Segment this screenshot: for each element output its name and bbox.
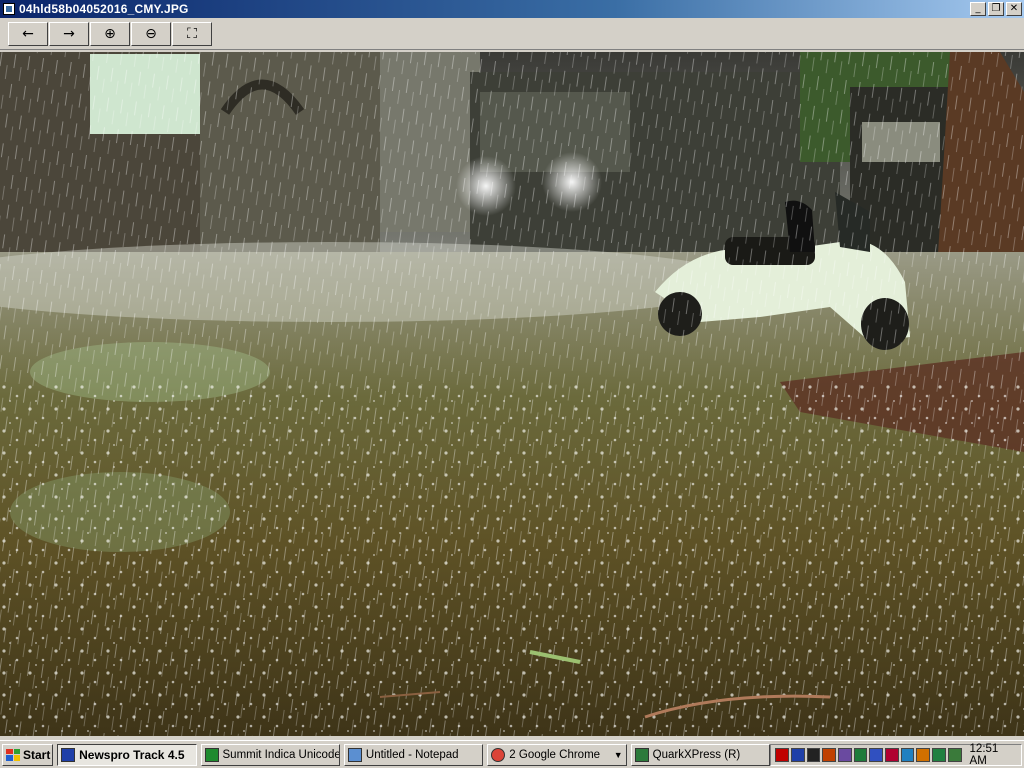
- summit-icon: [204, 747, 219, 762]
- title-bar: 04hld58b04052016_CMY.JPG _ ❐ ✕: [0, 0, 1024, 18]
- arrow-left-icon: ←: [22, 25, 34, 42]
- fit-window-icon: ⛶: [187, 25, 197, 42]
- tray-icon[interactable]: [837, 747, 852, 762]
- taskbar: Start Newspro Track 4.5 Summit Indica Un…: [0, 740, 1024, 768]
- window-controls: _ ❐ ✕: [968, 2, 1022, 16]
- window-title: 04hld58b04052016_CMY.JPG: [19, 2, 189, 16]
- arrow-right-icon: →: [63, 25, 75, 42]
- start-label: Start: [23, 747, 51, 762]
- tray-icon[interactable]: [853, 747, 868, 762]
- taskbar-item-notepad[interactable]: Untitled - Notepad: [343, 743, 484, 766]
- zoom-out-button[interactable]: ⊖: [131, 21, 171, 46]
- restore-button[interactable]: ❐: [988, 2, 1004, 16]
- taskbar-item-summit[interactable]: Summit Indica Unicode: [200, 743, 340, 766]
- tray-icon[interactable]: [885, 747, 899, 762]
- taskbar-item-label: 2 Google Chrome: [509, 748, 601, 761]
- tray-icon[interactable]: [900, 747, 915, 762]
- image-viewer-icon: [3, 3, 15, 15]
- tray-icon[interactable]: [869, 747, 884, 762]
- taskbar-item-label: Summit Indica Unicode: [222, 748, 340, 761]
- taskbar-item-newspro[interactable]: Newspro Track 4.5: [57, 743, 197, 766]
- tray-icon[interactable]: [947, 747, 962, 762]
- tray-icon[interactable]: [806, 747, 821, 762]
- tray-icon[interactable]: [775, 747, 789, 762]
- newspro-icon: [61, 747, 76, 762]
- taskbar-item-label: Untitled - Notepad: [365, 748, 459, 761]
- tray-icon[interactable]: [932, 747, 946, 762]
- taskbar-item-quark[interactable]: QuarkXPress (R): [630, 743, 771, 766]
- zoom-in-icon: ⊕: [104, 25, 116, 42]
- notepad-icon: [347, 747, 362, 762]
- zoom-out-icon: ⊖: [145, 25, 157, 42]
- minimize-button[interactable]: _: [970, 2, 986, 16]
- chevron-down-icon: ▼: [613, 749, 623, 760]
- system-tray: 12:51 AM: [770, 743, 1022, 767]
- zoom-in-button[interactable]: ⊕: [90, 21, 130, 46]
- quark-icon: [634, 747, 649, 762]
- displayed-photo: [0, 52, 1024, 736]
- previous-image-button[interactable]: ←: [8, 21, 48, 46]
- chrome-icon: [491, 747, 506, 762]
- close-button[interactable]: ✕: [1006, 2, 1022, 16]
- best-fit-button[interactable]: ⛶: [172, 21, 212, 46]
- tray-icon[interactable]: [916, 747, 931, 762]
- taskbar-item-label: Newspro Track 4.5: [79, 747, 185, 762]
- taskbar-item-chrome[interactable]: 2 Google Chrome ▼: [487, 743, 627, 766]
- tray-icon[interactable]: [790, 747, 805, 762]
- next-image-button[interactable]: →: [49, 21, 89, 46]
- viewer-toolbar: ← → ⊕ ⊖ ⛶: [0, 18, 1024, 50]
- tray-icon[interactable]: [822, 747, 836, 762]
- start-button[interactable]: Start: [2, 743, 54, 766]
- taskbar-item-label: QuarkXPress (R): [652, 748, 741, 761]
- clock[interactable]: 12:51 AM: [970, 743, 1017, 767]
- windows-logo-icon: [6, 748, 20, 761]
- image-viewport[interactable]: [0, 52, 1024, 736]
